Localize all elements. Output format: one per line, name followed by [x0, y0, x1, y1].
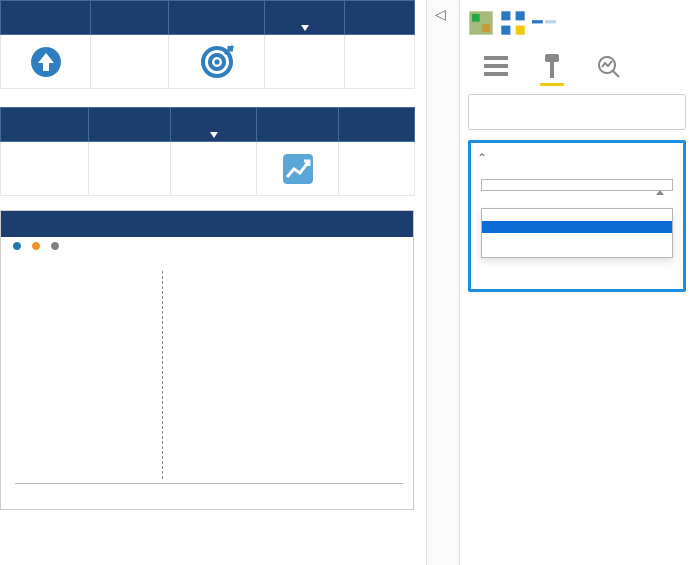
format-search[interactable] [468, 94, 686, 130]
kpi-cell [257, 142, 339, 196]
format-section-highlight: ⌃ ☟ [468, 140, 686, 292]
trend-up-icon [280, 151, 316, 187]
col-header[interactable] [169, 1, 265, 35]
section-header-style[interactable]: ⌃ [477, 149, 677, 167]
kpi-cell [265, 35, 345, 89]
dropdown-option[interactable] [482, 245, 672, 257]
col-header[interactable] [91, 1, 169, 35]
kpi-cell [345, 35, 415, 89]
fields-tab[interactable] [482, 52, 510, 80]
viz-extras-row [468, 10, 686, 36]
small-multiples-icon[interactable] [500, 10, 526, 36]
col-header[interactable] [265, 1, 345, 35]
analytics-tab[interactable] [594, 52, 622, 80]
filters-pane-collapsed[interactable]: ◁ [426, 0, 460, 565]
caret-up-icon [656, 190, 664, 195]
custom-viz-icon[interactable] [468, 10, 494, 36]
sort-caret-icon [210, 132, 218, 140]
kpi-cell [339, 142, 415, 196]
kpi-cell [1, 35, 91, 89]
sort-caret-icon [301, 25, 309, 33]
target-icon [199, 44, 235, 80]
col-header[interactable] [171, 108, 257, 142]
expand-icon[interactable]: ◁ [435, 6, 446, 23]
format-tab[interactable] [538, 52, 566, 80]
dropdown-current[interactable] [482, 180, 672, 190]
chart-title [1, 211, 413, 237]
kpi-cell [169, 35, 265, 89]
col-header[interactable] [339, 108, 415, 142]
search-input[interactable] [487, 104, 686, 121]
kpi-cell [171, 142, 257, 196]
pane-tabs [468, 52, 686, 80]
legend-swatch [13, 242, 21, 250]
visualizations-pane: ⌃ ☟ [460, 0, 694, 565]
plot-area [15, 271, 403, 479]
kpi-cell [89, 142, 171, 196]
dropdown-list [481, 208, 673, 258]
timeline-style-dropdown[interactable]: ☟ [481, 179, 673, 191]
report-canvas [0, 0, 414, 565]
kpi-table-2[interactable] [0, 107, 415, 196]
median-line [162, 271, 163, 479]
kpi-cell [91, 35, 169, 89]
col-header[interactable] [1, 1, 91, 35]
col-header[interactable] [257, 108, 339, 142]
table-row[interactable] [1, 142, 415, 196]
x-axis [15, 483, 403, 499]
dropdown-option[interactable] [482, 233, 672, 245]
dropdown-option[interactable] [482, 209, 672, 221]
col-header[interactable] [345, 1, 415, 35]
kpi-table-1[interactable] [0, 0, 415, 89]
kpi-cell [1, 142, 89, 196]
stream-icon[interactable] [532, 10, 558, 36]
col-header[interactable] [89, 108, 171, 142]
legend-swatch [51, 242, 59, 250]
legend-swatch [32, 242, 40, 250]
col-header[interactable] [1, 108, 89, 142]
chevron-up-icon: ⌃ [477, 151, 487, 165]
table-row[interactable] [1, 35, 415, 89]
dropdown-option[interactable] [482, 221, 672, 233]
chart-legend [1, 237, 413, 256]
arrow-up-circle-icon [28, 44, 64, 80]
scatter-chart[interactable] [0, 210, 414, 510]
